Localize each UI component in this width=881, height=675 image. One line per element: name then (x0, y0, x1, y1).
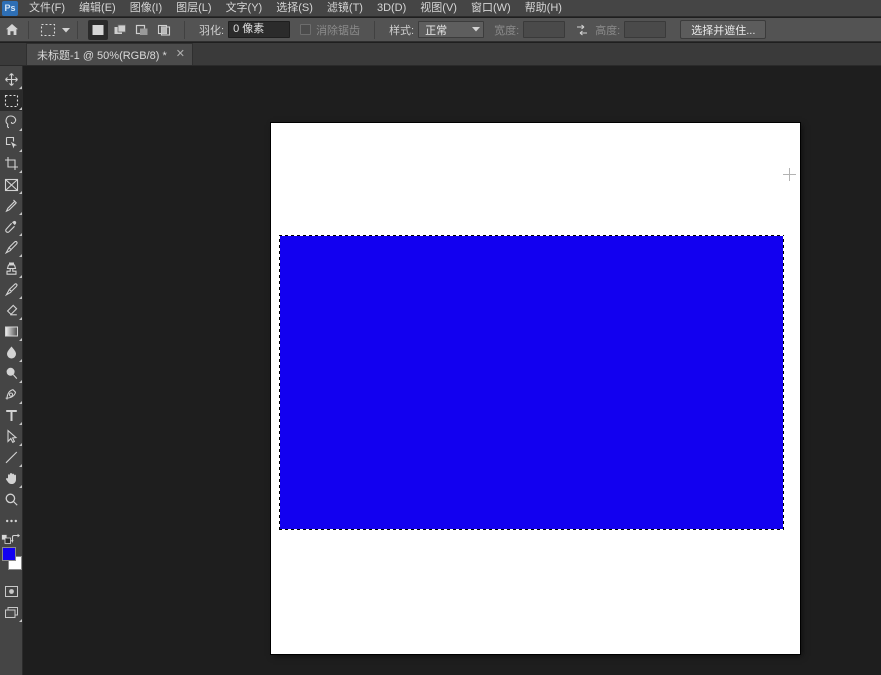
quick-selection-tool[interactable] (0, 132, 23, 153)
tool-flyout-indicator (19, 317, 22, 320)
home-icon[interactable] (0, 18, 24, 42)
width-label: 宽度: (494, 24, 520, 37)
height-label: 高度: (595, 24, 621, 37)
hand-tool[interactable] (0, 468, 23, 489)
antialias-label: 消除锯齿 (316, 24, 361, 37)
tool-flyout-indicator (19, 149, 22, 152)
menu-image[interactable]: 图像(I) (123, 0, 169, 17)
foreground-color-swatch[interactable] (2, 547, 16, 561)
rectangular-selection[interactable] (279, 235, 784, 530)
tool-flyout-indicator (19, 296, 22, 299)
tool-flyout-indicator (19, 380, 22, 383)
menu-layer[interactable]: 图层(L) (169, 0, 218, 17)
menu-bar: Ps 文件(F) 编辑(E) 图像(I) 图层(L) 文字(Y) 选择(S) 滤… (0, 0, 881, 17)
options-separator-3 (184, 20, 185, 39)
menu-3d[interactable]: 3D(D) (370, 0, 413, 17)
tool-flyout-indicator (19, 443, 22, 446)
path-selection-tool[interactable] (0, 426, 23, 447)
tool-flyout-indicator (19, 275, 22, 278)
menu-select[interactable]: 选择(S) (269, 0, 320, 17)
chevron-down-icon[interactable] (59, 20, 73, 40)
move-tool[interactable] (0, 69, 23, 90)
brush-tool[interactable] (0, 237, 23, 258)
rectangular-marquee-icon[interactable] (37, 20, 59, 40)
pen-tool[interactable] (0, 384, 23, 405)
document-tab-title: 未标题-1 @ 50%(RGB/8) * (37, 49, 167, 62)
menu-file[interactable]: 文件(F) (22, 0, 72, 17)
menu-window[interactable]: 窗口(W) (464, 0, 518, 17)
menu-edit[interactable]: 编辑(E) (72, 0, 123, 17)
tool-flyout-indicator (19, 464, 22, 467)
tool-flyout-indicator (19, 338, 22, 341)
photoshop-logo-icon: Ps (2, 0, 18, 16)
color-controls-row (0, 531, 23, 544)
line-shape-tool[interactable] (0, 447, 23, 468)
tools-panel (0, 66, 23, 675)
menu-filter[interactable]: 滤镜(T) (320, 0, 370, 17)
menu-view[interactable]: 视图(V) (413, 0, 464, 17)
blur-tool[interactable] (0, 342, 23, 363)
subtract-from-selection-icon[interactable] (132, 20, 152, 40)
tool-flyout-indicator (19, 233, 22, 236)
tool-flyout-indicator (19, 191, 22, 194)
new-selection-icon[interactable] (88, 19, 108, 40)
selection-mode-group (88, 19, 174, 40)
edit-toolbar-more[interactable] (0, 510, 23, 531)
color-swatches (0, 545, 23, 575)
tool-flyout-indicator (19, 107, 22, 110)
dodge-tool[interactable] (0, 363, 23, 384)
tool-flyout-indicator (19, 485, 22, 488)
style-value: 正常 (425, 24, 448, 37)
lasso-tool[interactable] (0, 111, 23, 132)
tool-flyout-indicator (19, 422, 22, 425)
feather-label: 羽化: (199, 24, 225, 37)
marching-ants-border (279, 235, 784, 530)
tool-flyout-indicator (19, 170, 22, 173)
tool-flyout-indicator (19, 359, 22, 362)
screen-mode-toggle[interactable] (0, 602, 23, 623)
spot-healing-brush-tool[interactable] (0, 216, 23, 237)
document-tab-bar: 未标题-1 @ 50%(RGB/8) * ✕ (0, 43, 881, 66)
feather-input[interactable]: 0 像素 (228, 21, 291, 38)
options-bar: 羽化: 0 像素 消除锯齿 样式: 正常 宽度: 高度: 选择并遮住... (0, 18, 881, 42)
clone-stamp-tool[interactable] (0, 258, 23, 279)
crop-tool[interactable] (0, 153, 23, 174)
frame-tool[interactable] (0, 174, 23, 195)
antialias-checkbox[interactable] (300, 24, 312, 35)
tool-flyout-indicator (19, 254, 22, 257)
eraser-tool[interactable] (0, 300, 23, 321)
rectangular-marquee-tool[interactable] (0, 90, 23, 111)
gradient-tool[interactable] (0, 321, 23, 342)
tool-flyout-indicator (19, 128, 22, 131)
zoom-tool[interactable] (0, 489, 23, 510)
add-to-selection-icon[interactable] (110, 20, 130, 40)
quick-mask-toggle[interactable] (0, 581, 23, 602)
swap-width-height-icon[interactable] (573, 20, 591, 40)
tool-flyout-indicator (19, 86, 22, 89)
crosshair-cursor (783, 168, 796, 181)
tool-flyout-indicator (19, 212, 22, 215)
tool-flyout-indicator (19, 619, 22, 622)
style-dropdown[interactable]: 正常 (418, 21, 485, 38)
options-separator-2 (77, 20, 78, 39)
chevron-down-icon (472, 26, 481, 34)
document-tab[interactable]: 未标题-1 @ 50%(RGB/8) * ✕ (26, 43, 193, 65)
document-canvas[interactable] (271, 123, 800, 654)
intersect-selection-icon[interactable] (154, 20, 174, 40)
menu-help[interactable]: 帮助(H) (518, 0, 569, 17)
style-label: 样式: (389, 24, 415, 37)
height-input[interactable] (624, 21, 667, 38)
history-brush-tool[interactable] (0, 279, 23, 300)
eyedropper-tool[interactable] (0, 195, 23, 216)
type-tool[interactable] (0, 405, 23, 426)
close-icon[interactable]: ✕ (176, 49, 185, 60)
menu-type[interactable]: 文字(Y) (219, 0, 270, 17)
tool-flyout-indicator (19, 401, 22, 404)
options-separator-4 (374, 20, 376, 39)
options-separator (28, 20, 29, 39)
canvas-workspace[interactable] (23, 66, 881, 675)
photoshop-window: Ps 文件(F) 编辑(E) 图像(I) 图层(L) 文字(Y) 选择(S) 滤… (0, 0, 881, 675)
width-input[interactable] (523, 21, 566, 38)
select-and-mask-button[interactable]: 选择并遮住... (680, 20, 767, 39)
